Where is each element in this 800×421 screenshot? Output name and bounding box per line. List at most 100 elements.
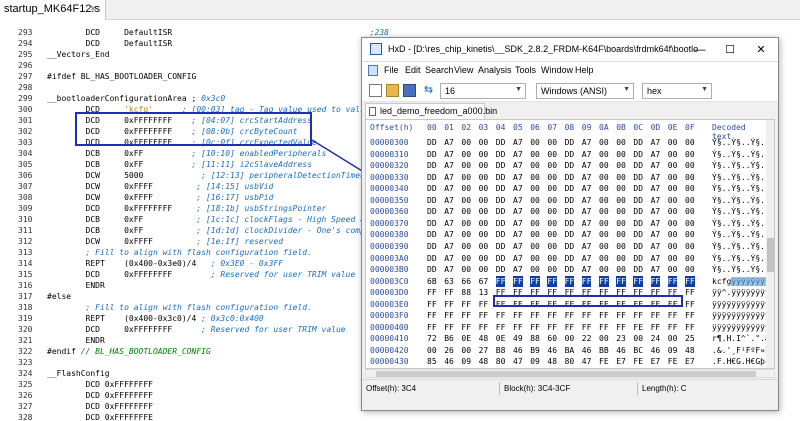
hex-byte[interactable]: FF	[685, 310, 695, 322]
hex-byte[interactable]: FF	[461, 299, 471, 311]
charset-select[interactable]: Windows (ANSI) ▼	[536, 83, 634, 99]
hex-byte[interactable]: 00	[461, 253, 471, 265]
hex-byte[interactable]: 00	[479, 218, 489, 230]
hex-byte[interactable]: A7	[582, 241, 592, 253]
hex-byte[interactable]: 00	[616, 264, 626, 276]
hex-row[interactable]: 00000370 DD A7 00 00 DD A7 00 00 DD A7 00 00 DD A7 00 00…	[366, 218, 774, 230]
hex-byte[interactable]: DD	[633, 183, 643, 195]
hex-byte[interactable]: A7	[651, 149, 661, 161]
hex-byte[interactable]: A7	[513, 241, 523, 253]
hex-byte[interactable]: 00	[530, 241, 540, 253]
hex-byte[interactable]: A7	[444, 253, 454, 265]
hex-byte[interactable]: 00	[547, 264, 557, 276]
hex-byte[interactable]: 00	[616, 149, 626, 161]
hex-byte[interactable]: 00	[530, 183, 540, 195]
hex-byte[interactable]: FF	[513, 310, 523, 322]
hex-byte[interactable]: BB	[599, 345, 609, 357]
hex-byte[interactable]: 00	[668, 149, 678, 161]
bytes-per-row-select[interactable]: 16 ▼	[440, 83, 526, 99]
hex-byte[interactable]: FF	[633, 275, 644, 288]
hex-byte[interactable]: FE	[599, 356, 609, 368]
hex-byte[interactable]: A7	[513, 160, 523, 172]
hex-byte[interactable]: 66	[461, 276, 471, 288]
hex-byte[interactable]: FF	[616, 310, 626, 322]
hex-byte[interactable]: 00	[599, 264, 609, 276]
hex-row[interactable]: 00000360 DD A7 00 00 DD A7 00 00 DD A7 00 00 DD A7 00 00…	[366, 206, 774, 218]
hex-byte[interactable]: A7	[444, 218, 454, 230]
arrow-left-icon[interactable]: ⇆	[422, 84, 435, 97]
hex-byte[interactable]: A7	[444, 137, 454, 149]
hex-byte[interactable]: A7	[444, 241, 454, 253]
editor-code-lines[interactable]: 293 DCD DefaultISR ;238 294 DCD DefaultIS…	[0, 27, 389, 421]
hex-row[interactable]: 00000300 DD A7 00 00 DD A7 00 00 DD A7 00 00 DD A7 00 00…	[366, 137, 774, 149]
hex-byte[interactable]: 00	[616, 172, 626, 184]
hex-byte[interactable]: 00	[685, 195, 695, 207]
hex-byte[interactable]: 0E	[496, 333, 506, 345]
hex-byte[interactable]: DD	[427, 241, 437, 253]
hex-byte[interactable]: 00	[547, 241, 557, 253]
hex-byte[interactable]: DD	[565, 218, 575, 230]
hex-byte[interactable]: DD	[633, 195, 643, 207]
hex-byte[interactable]: A7	[651, 183, 661, 195]
hex-byte[interactable]: E7	[616, 356, 626, 368]
hex-byte[interactable]: A7	[582, 218, 592, 230]
hex-byte[interactable]: 00	[479, 149, 489, 161]
hex-byte[interactable]: DD	[496, 137, 506, 149]
hex-byte[interactable]: DD	[565, 195, 575, 207]
hex-byte[interactable]: DD	[565, 264, 575, 276]
hex-byte[interactable]: FF	[461, 310, 471, 322]
hex-byte[interactable]: 00	[668, 218, 678, 230]
hex-byte[interactable]: 25	[685, 333, 695, 345]
hex-row[interactable]: 00000400 FF FF FF FF FF FF FF FF FF FF FF FF FE FF FF FF…	[366, 322, 774, 334]
hex-byte[interactable]: DD	[633, 229, 643, 241]
hex-byte[interactable]: 47	[513, 356, 523, 368]
hex-byte[interactable]: A7	[444, 149, 454, 161]
hex-byte[interactable]: FF	[582, 322, 592, 334]
hex-byte[interactable]: 00	[461, 206, 471, 218]
hex-byte[interactable]: FF	[427, 322, 437, 334]
hex-byte[interactable]: 00	[685, 253, 695, 265]
hex-byte[interactable]: FF	[444, 287, 454, 299]
close-icon[interactable]: ✕	[750, 41, 772, 59]
hex-byte[interactable]: FF	[581, 275, 592, 288]
hex-byte[interactable]: 00	[668, 241, 678, 253]
hex-byte[interactable]: 00	[461, 229, 471, 241]
hex-byte[interactable]: A7	[651, 241, 661, 253]
hex-byte[interactable]: A7	[444, 206, 454, 218]
hex-byte[interactable]: 80	[565, 356, 575, 368]
hex-byte[interactable]: FF	[495, 275, 506, 288]
hex-byte[interactable]: FF	[513, 322, 523, 334]
hex-byte[interactable]: FF	[479, 322, 489, 334]
hex-byte[interactable]: 00	[685, 229, 695, 241]
hex-byte[interactable]: FF	[633, 310, 643, 322]
horizontal-scrollbar[interactable]	[365, 369, 775, 378]
hex-byte[interactable]: 48	[479, 356, 489, 368]
hex-byte[interactable]: 00	[461, 264, 471, 276]
hex-byte[interactable]: FF	[599, 275, 609, 288]
hex-byte[interactable]: FF	[582, 310, 592, 322]
hex-byte[interactable]: A7	[513, 264, 523, 276]
hex-byte[interactable]: 00	[685, 149, 695, 161]
hex-byte[interactable]: DD	[565, 253, 575, 265]
hex-byte[interactable]: FF	[650, 275, 661, 288]
hex-byte[interactable]: DD	[496, 195, 506, 207]
hex-byte[interactable]: 60	[547, 333, 557, 345]
hex-row[interactable]: 00000390 DD A7 00 00 DD A7 00 00 DD A7 00 00 DD A7 00 00…	[366, 241, 774, 253]
hex-byte[interactable]: A7	[513, 218, 523, 230]
hex-byte[interactable]: FF	[599, 322, 609, 334]
hex-byte[interactable]: A7	[444, 264, 454, 276]
hex-byte[interactable]: A7	[651, 218, 661, 230]
hex-byte[interactable]: 00	[668, 333, 678, 345]
menu-edit[interactable]: Edit	[405, 65, 421, 75]
hex-byte[interactable]: 00	[530, 264, 540, 276]
hex-byte[interactable]: 00	[547, 149, 557, 161]
hex-byte[interactable]: 00	[616, 195, 626, 207]
hex-byte[interactable]: A7	[582, 183, 592, 195]
hex-byte[interactable]: 00	[530, 229, 540, 241]
hex-byte[interactable]: DD	[427, 137, 437, 149]
hex-byte[interactable]: B8	[496, 345, 506, 357]
new-file-icon[interactable]	[369, 84, 382, 97]
hex-byte[interactable]: 00	[479, 172, 489, 184]
hex-byte[interactable]: A7	[582, 149, 592, 161]
hex-byte[interactable]: 00	[599, 195, 609, 207]
